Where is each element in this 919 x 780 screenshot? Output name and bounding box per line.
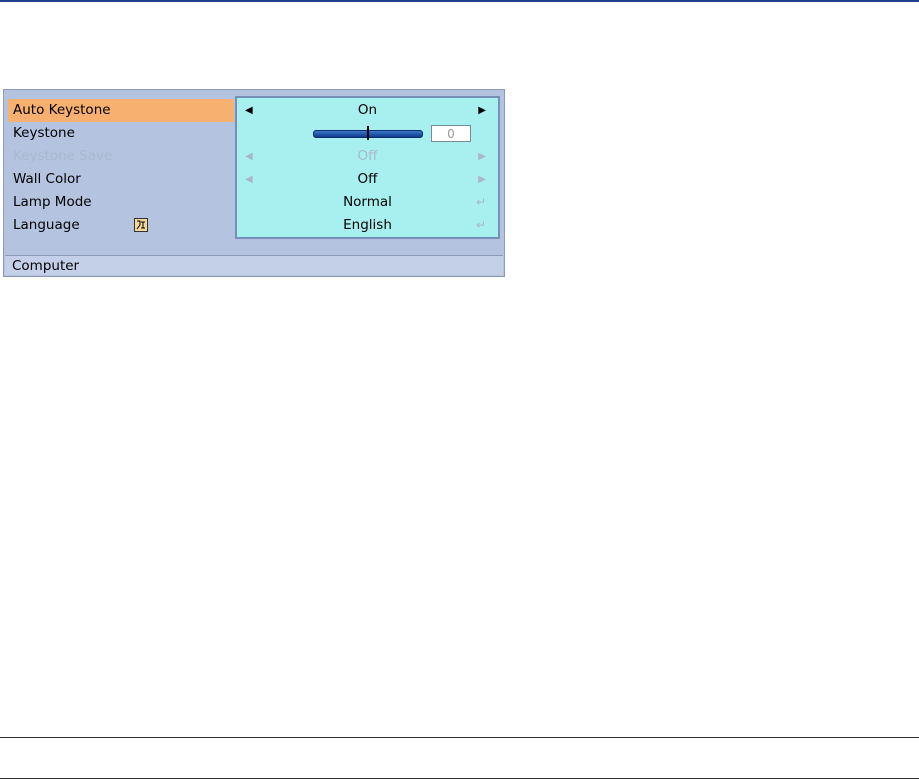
value-row-keystone-save: ◀ Off ▶ — [237, 145, 498, 168]
auto-keystone-value: On — [357, 102, 378, 118]
enter-icon[interactable]: ↵ — [476, 214, 486, 237]
menu-item-label: Language — [13, 217, 80, 233]
menu-item-wall-color[interactable]: Wall Color — [8, 168, 234, 191]
top-rule — [0, 0, 919, 2]
menu-item-label: Lamp Mode — [13, 194, 92, 210]
value-row-wall-color: ◀ Off ▶ — [237, 168, 498, 191]
keystone-save-value: Off — [357, 148, 378, 164]
keystone-value-box: 0 — [431, 125, 471, 142]
lamp-mode-value: Normal — [343, 194, 392, 210]
status-bar-label: Computer — [12, 258, 80, 274]
value-row-keystone: 0 — [237, 122, 498, 145]
menu-item-keystone[interactable]: Keystone — [8, 122, 234, 145]
language-glyph — [136, 220, 145, 230]
status-bar: Computer — [5, 255, 503, 275]
language-icon — [134, 218, 148, 232]
menu-item-keystone-save: Keystone Save — [8, 145, 234, 168]
projector-osd-menu: Auto Keystone Keystone Keystone Save Wal… — [3, 89, 505, 277]
value-row-language: English ↵ — [237, 214, 498, 237]
value-panel: ◀ On ▶ 0 ◀ Off ▶ ◀ Off ▶ Normal ↵ Englis… — [235, 96, 500, 239]
right-arrow-icon[interactable]: ▶ — [478, 99, 486, 122]
enter-icon[interactable]: ↵ — [476, 191, 486, 214]
language-value: English — [343, 217, 392, 233]
menu-item-auto-keystone[interactable]: Auto Keystone — [8, 99, 234, 122]
right-arrow-icon: ▶ — [478, 151, 486, 162]
bottom-rule — [0, 778, 919, 779]
keystone-slider[interactable] — [313, 126, 423, 140]
wall-color-value: Off — [357, 171, 378, 187]
menu-item-label: Auto Keystone — [13, 102, 111, 118]
menu-list: Auto Keystone Keystone Keystone Save Wal… — [8, 99, 234, 237]
menu-item-label: Keystone Save — [13, 148, 113, 164]
right-arrow-icon[interactable]: ▶ — [478, 168, 486, 191]
value-row-auto-keystone: ◀ On ▶ — [237, 99, 498, 122]
value-row-lamp-mode: Normal ↵ — [237, 191, 498, 214]
menu-item-lamp-mode[interactable]: Lamp Mode — [8, 191, 234, 214]
menu-item-label: Keystone — [13, 125, 75, 141]
slider-thumb[interactable] — [367, 126, 369, 140]
menu-item-language[interactable]: Language — [8, 214, 234, 237]
menu-item-label: Wall Color — [13, 171, 81, 187]
bottom-rule — [0, 737, 919, 738]
